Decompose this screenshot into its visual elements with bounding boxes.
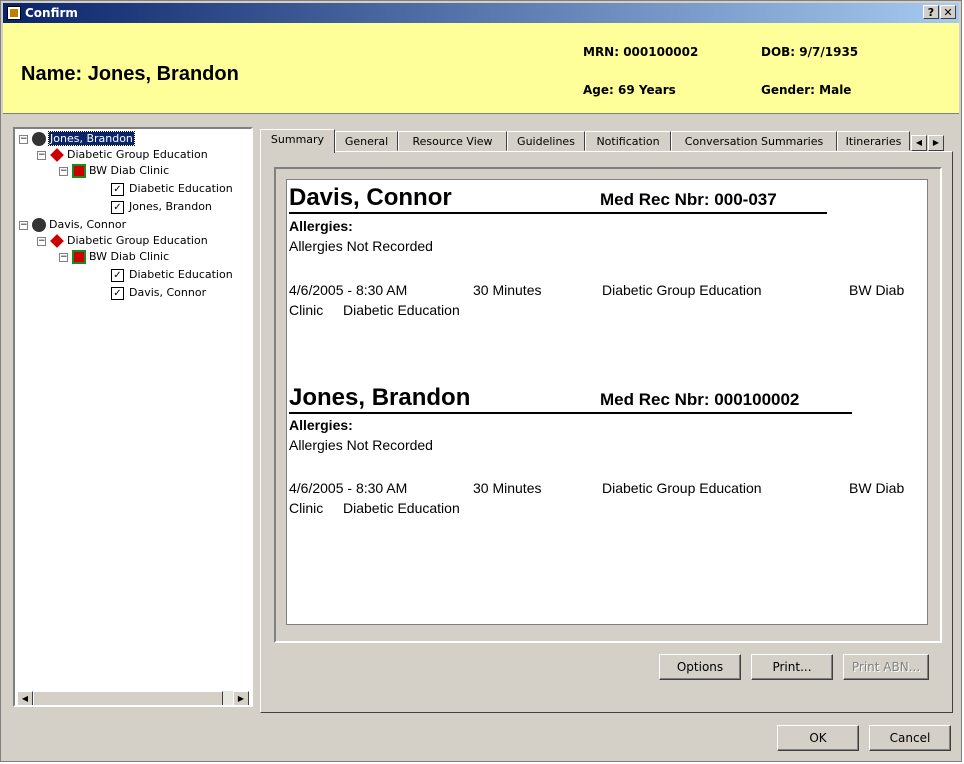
- tree-item-patient[interactable]: − Jones, Brandon: [19, 131, 135, 147]
- tree-label: BW Diab Clinic: [89, 164, 170, 177]
- tab-itineraries[interactable]: Itineraries: [837, 131, 910, 151]
- education-icon: [50, 234, 64, 248]
- tree-item-patient-slot[interactable]: ✓ Jones, Brandon: [111, 199, 212, 215]
- allergies-value: Allergies Not Recorded: [289, 238, 433, 254]
- appointment-datetime: 4/6/2005 - 8:30 AM: [289, 282, 408, 298]
- cancel-button[interactable]: Cancel: [869, 725, 951, 751]
- print-button[interactable]: Print...: [751, 654, 833, 680]
- tab-resource-view[interactable]: Resource View: [398, 131, 507, 151]
- mrn-label: MRN: 000100002: [583, 45, 699, 59]
- appointment-datetime: 4/6/2005 - 8:30 AM: [289, 480, 408, 496]
- tree-item-clinic[interactable]: − BW Diab Clinic: [59, 163, 169, 179]
- appointment-location-cont: Clinic: [289, 302, 324, 318]
- tree-label: Davis, Connor: [129, 286, 207, 299]
- patient-block-name: Jones, Brandon: [289, 384, 471, 411]
- scroll-left-icon[interactable]: ◀: [17, 691, 33, 705]
- help-button[interactable]: ?: [923, 5, 939, 19]
- checkbox[interactable]: ✓: [111, 286, 124, 300]
- underline: [289, 412, 852, 414]
- appointment-resource: Diabetic Education: [343, 500, 460, 516]
- med-rec-number: Med Rec Nbr: 000-037: [600, 190, 777, 209]
- checkbox[interactable]: ✓: [111, 182, 124, 196]
- tree-item-appointment-type[interactable]: − Diabetic Group Education: [37, 233, 208, 249]
- appointment-tree[interactable]: − Jones, Brandon − Diabetic Group Educatio…: [13, 127, 253, 707]
- scroll-right-icon[interactable]: ▶: [233, 691, 249, 705]
- tab-notification[interactable]: Notification: [585, 131, 671, 151]
- tree-item-resource[interactable]: ✓ Diabetic Education: [111, 181, 233, 197]
- person-icon: [32, 132, 46, 146]
- collapse-icon[interactable]: −: [19, 134, 28, 144]
- horizontal-scrollbar[interactable]: ◀ ▶: [17, 691, 249, 705]
- appointment-location-cont: Clinic: [289, 500, 324, 516]
- tree-label: Jones, Brandon: [48, 131, 135, 146]
- tree-label: Davis, Connor: [49, 218, 127, 231]
- collapse-icon[interactable]: −: [37, 150, 46, 160]
- close-button[interactable]: ✕: [940, 5, 956, 19]
- title-bar: Confirm ? ✕: [3, 3, 959, 23]
- appointment-resource: Diabetic Education: [343, 302, 460, 318]
- appointment-duration: 30 Minutes: [473, 480, 542, 496]
- summary-document: Davis, Connor Med Rec Nbr: 000-037 Aller…: [286, 179, 928, 625]
- tree-label: Diabetic Group Education: [67, 234, 208, 247]
- clinic-icon: [72, 250, 86, 264]
- scroll-thumb[interactable]: [33, 691, 223, 705]
- collapse-icon[interactable]: −: [59, 166, 68, 176]
- app-icon: [7, 6, 21, 20]
- allergies-value: Allergies Not Recorded: [289, 437, 433, 453]
- ok-button[interactable]: OK: [777, 725, 859, 751]
- checkbox[interactable]: ✓: [111, 200, 124, 214]
- options-button[interactable]: Options: [659, 654, 741, 680]
- tree-label: Diabetic Education: [129, 268, 233, 281]
- med-rec-number: Med Rec Nbr: 000100002: [600, 390, 800, 409]
- tab-conversation-summaries[interactable]: Conversation Summaries: [671, 131, 837, 151]
- tree-item-clinic[interactable]: − BW Diab Clinic: [59, 249, 169, 265]
- tab-general[interactable]: General: [335, 131, 398, 151]
- person-icon: [32, 218, 46, 232]
- appointment-location: BW Diab: [849, 480, 905, 496]
- gender-label: Gender: Male: [761, 83, 852, 97]
- checkbox[interactable]: ✓: [111, 268, 124, 282]
- appointment-type: Diabetic Group Education: [602, 480, 762, 496]
- patient-header: Name: Jones, Brandon MRN: 000100002 DOB:…: [3, 23, 959, 114]
- tab-summary[interactable]: Summary: [260, 129, 335, 153]
- confirm-dialog: Confirm ? ✕ Name: Jones, Brandon MRN: 00…: [0, 0, 962, 762]
- collapse-icon[interactable]: −: [37, 236, 46, 246]
- tree-label: Diabetic Education: [129, 182, 233, 195]
- patient-name: Name: Jones, Brandon: [21, 63, 239, 85]
- tab-scroll-left-icon[interactable]: ◀: [911, 135, 927, 151]
- tree-item-patient-slot[interactable]: ✓ Davis, Connor: [111, 285, 206, 301]
- collapse-icon[interactable]: −: [59, 252, 68, 262]
- tab-guidelines[interactable]: Guidelines: [507, 131, 585, 151]
- allergies-label: Allergies:: [289, 218, 353, 234]
- appointment-type: Diabetic Group Education: [602, 282, 762, 298]
- patient-block-name: Davis, Connor: [289, 184, 452, 211]
- education-icon: [50, 148, 64, 162]
- tree-item-resource[interactable]: ✓ Diabetic Education: [111, 267, 233, 283]
- appointment-duration: 30 Minutes: [473, 282, 542, 298]
- print-abn-button[interactable]: Print ABN...: [843, 654, 929, 680]
- allergies-label: Allergies:: [289, 417, 353, 433]
- clinic-icon: [72, 164, 86, 178]
- tab-scroll-right-icon[interactable]: ▶: [928, 135, 944, 151]
- window-title: Confirm: [25, 6, 78, 20]
- underline: [289, 212, 827, 214]
- tree-label: BW Diab Clinic: [89, 250, 170, 263]
- collapse-icon[interactable]: −: [19, 220, 28, 230]
- tree-label: Jones, Brandon: [129, 200, 212, 213]
- appointment-location: BW Diab: [849, 282, 905, 298]
- dob-label: DOB: 9/7/1935: [761, 45, 859, 59]
- tree-label: Diabetic Group Education: [67, 148, 208, 161]
- age-label: Age: 69 Years: [583, 83, 676, 97]
- tree-item-patient[interactable]: − Davis, Connor: [19, 217, 126, 233]
- tree-item-appointment-type[interactable]: − Diabetic Group Education: [37, 147, 208, 163]
